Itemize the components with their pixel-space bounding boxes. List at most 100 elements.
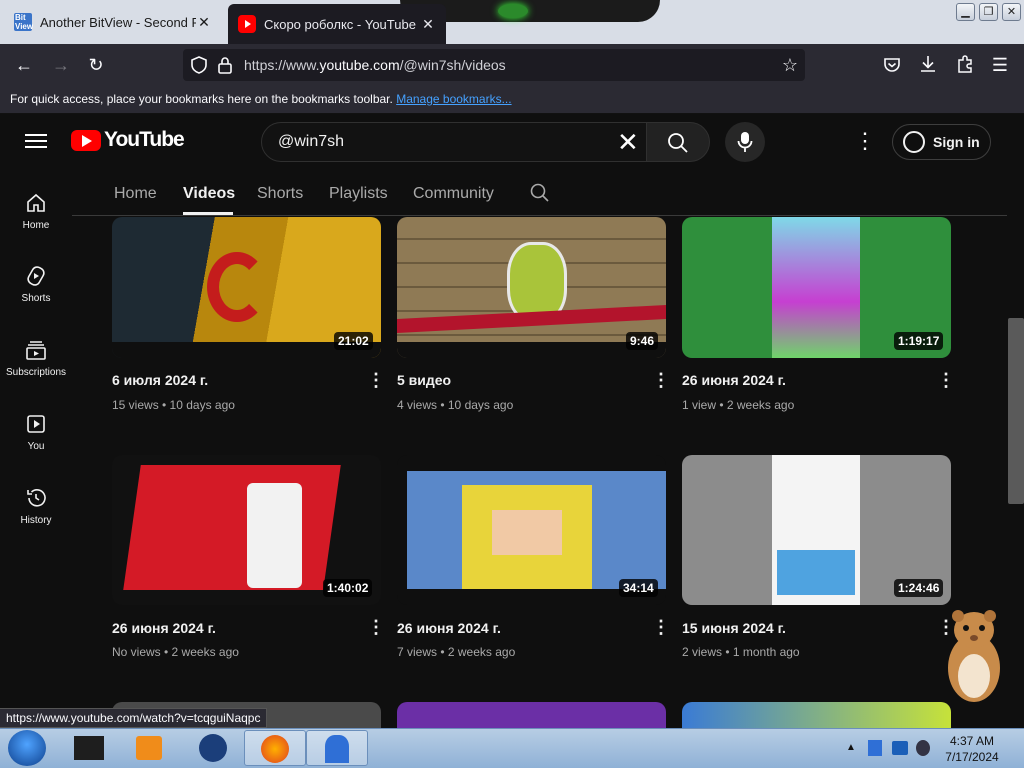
sign-in-label: Sign in xyxy=(933,134,980,150)
video-metadata: 4 views • 10 days ago xyxy=(397,398,514,412)
forward-arrow-icon[interactable]: → xyxy=(49,53,73,77)
video-actions-icon[interactable]: ⋮ xyxy=(937,371,955,389)
sidebar-label: Home xyxy=(22,220,50,231)
search-icon xyxy=(668,133,688,153)
taskbar-app-terminal[interactable] xyxy=(58,730,120,766)
lock-icon[interactable] xyxy=(217,56,233,74)
bookmarks-hint: For quick access, place your bookmarks h… xyxy=(10,92,512,106)
tab-home[interactable]: Home xyxy=(114,185,157,203)
video-metadata: 2 views • 1 month ago xyxy=(682,645,800,659)
video-title[interactable]: 26 июня 2024 г. xyxy=(112,620,216,636)
youtube-logo-icon[interactable] xyxy=(71,130,101,151)
sidebar-item-home[interactable]: Home xyxy=(0,192,72,231)
taskbar-app-media[interactable] xyxy=(118,730,180,766)
settings-more-icon[interactable]: ⋮ xyxy=(854,128,876,154)
reload-icon[interactable]: ↻ xyxy=(84,53,108,77)
close-tab-icon[interactable]: ✕ xyxy=(420,16,436,33)
video-actions-icon[interactable]: ⋮ xyxy=(652,371,670,389)
tray-expand-icon[interactable]: ▲ xyxy=(846,742,856,753)
video-actions-icon[interactable]: ⋮ xyxy=(367,371,385,389)
taskbar-app-firefox[interactable] xyxy=(244,730,306,766)
sidebar-item-history[interactable]: History xyxy=(0,487,72,526)
video-duration: 1:19:17 xyxy=(894,332,944,350)
video-title[interactable]: 26 июня 2024 г. xyxy=(682,372,786,388)
video-thumbnail[interactable] xyxy=(682,702,951,728)
video-duration: 21:02 xyxy=(334,332,373,350)
video-title[interactable]: 26 июня 2024 г. xyxy=(397,620,501,636)
video-duration: 9:46 xyxy=(626,332,659,350)
account-icon xyxy=(903,131,925,153)
tab-community[interactable]: Community xyxy=(413,185,494,203)
taskbar-app-globe[interactable] xyxy=(182,730,244,766)
manage-bookmarks-link[interactable]: Manage bookmarks... xyxy=(396,92,511,106)
guide-menu-icon[interactable] xyxy=(25,130,47,152)
link-status-url: https://www.youtube.com/watch?v=tcqguiNa… xyxy=(0,708,268,728)
youtube-favicon-icon xyxy=(238,15,256,33)
minimize-window-button[interactable]: ▁ xyxy=(956,3,975,21)
tray-app-icon[interactable] xyxy=(868,740,882,756)
tabs-divider xyxy=(72,215,1007,216)
extensions-icon[interactable] xyxy=(955,54,975,74)
video-thumbnail[interactable] xyxy=(397,702,666,728)
sidebar-item-you[interactable]: You xyxy=(0,413,72,452)
subscriptions-icon xyxy=(26,341,46,360)
you-icon xyxy=(27,415,45,433)
home-icon xyxy=(27,193,45,212)
voice-search-button[interactable] xyxy=(725,122,765,162)
theme-decoration-glow xyxy=(498,4,528,18)
video-metadata: 1 view • 2 weeks ago xyxy=(682,398,795,412)
close-tab-icon[interactable]: ✕ xyxy=(196,14,212,31)
video-title[interactable]: 15 июня 2024 г. xyxy=(682,620,786,636)
start-button[interactable] xyxy=(8,730,46,766)
sidebar-label: Shorts xyxy=(21,293,51,304)
tab-videos[interactable]: Videos xyxy=(183,185,235,203)
video-metadata: No views • 2 weeks ago xyxy=(112,645,239,659)
hamster-pet-icon xyxy=(948,610,1000,702)
video-title[interactable]: 5 видео xyxy=(397,372,451,388)
tracking-shield-icon[interactable] xyxy=(190,56,208,74)
video-metadata: 15 views • 10 days ago xyxy=(112,398,235,412)
channel-search-icon[interactable] xyxy=(530,183,550,203)
back-arrow-icon[interactable]: ← xyxy=(12,53,36,77)
restore-window-button[interactable]: ❐ xyxy=(979,3,998,21)
sidebar-label: You xyxy=(27,441,45,452)
scrollbar-thumb[interactable] xyxy=(1008,318,1024,504)
sign-in-button[interactable]: Sign in xyxy=(892,124,991,160)
tab-playlists[interactable]: Playlists xyxy=(329,185,388,203)
video-duration: 1:40:02 xyxy=(323,579,373,597)
clock-time: 4:37 AM xyxy=(949,734,995,748)
clock-date: 7/17/2024 xyxy=(945,750,999,764)
taskbar-clock[interactable]: 4:37 AM 7/17/2024 xyxy=(932,733,1012,765)
pocket-icon[interactable] xyxy=(882,55,902,75)
taskbar-app-bitview[interactable] xyxy=(306,730,368,766)
sidebar-item-subscriptions[interactable]: Subscriptions xyxy=(0,339,72,378)
youtube-logo-text[interactable]: YouTube xyxy=(104,128,185,152)
search-button[interactable] xyxy=(646,122,710,162)
close-window-button[interactable]: ✕ xyxy=(1002,3,1021,21)
browser-tab-youtube[interactable]: Скоро роболкс - YouTube ✕ xyxy=(228,4,446,44)
sidebar-item-shorts[interactable]: Shorts xyxy=(0,265,72,304)
shorts-icon xyxy=(27,266,45,286)
video-title[interactable]: 6 июля 2024 г. xyxy=(112,372,208,388)
search-value[interactable]: @win7sh xyxy=(278,133,344,151)
volume-icon[interactable] xyxy=(916,740,930,756)
video-actions-icon[interactable]: ⋮ xyxy=(652,618,670,636)
tab-shorts[interactable]: Shorts xyxy=(257,185,303,203)
video-metadata: 7 views • 2 weeks ago xyxy=(397,645,516,659)
bitview-favicon-icon: Bit View xyxy=(14,13,34,31)
sidebar-label: Subscriptions xyxy=(5,367,67,378)
network-icon[interactable] xyxy=(892,741,908,755)
url-text[interactable]: https://www.youtube.com/@win7sh/videos xyxy=(244,57,506,73)
microphone-icon xyxy=(737,132,753,152)
downloads-icon[interactable] xyxy=(918,54,938,74)
browser-tab-bitview[interactable]: Bit View Another BitView - Second Previ … xyxy=(4,4,222,40)
tab-title: Скоро роболкс - YouTube xyxy=(264,16,416,32)
sidebar-label: History xyxy=(20,515,52,526)
tab-title: Another BitView - Second Previ xyxy=(40,14,196,30)
bookmark-star-icon[interactable]: ☆ xyxy=(778,53,802,77)
clear-search-icon[interactable]: ✕ xyxy=(617,128,639,156)
video-actions-icon[interactable]: ⋮ xyxy=(367,618,385,636)
app-menu-icon[interactable]: ☰ xyxy=(988,53,1012,77)
video-duration: 1:24:46 xyxy=(894,579,944,597)
history-icon xyxy=(27,489,46,507)
